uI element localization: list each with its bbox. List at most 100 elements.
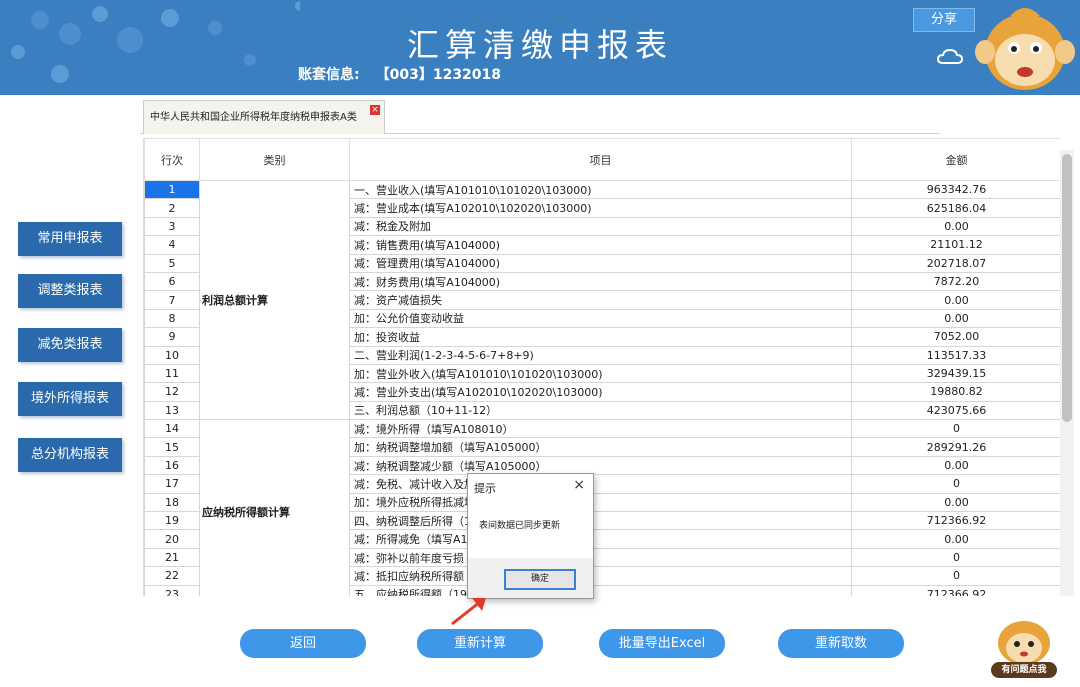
- tab-annual-tax-return[interactable]: 中华人民共和国企业所得税年度纳税申报表A类 ×: [143, 100, 385, 134]
- tab-label: 中华人民共和国企业所得税年度纳税申报表A类: [150, 112, 357, 123]
- row-number-cell[interactable]: 6: [144, 271, 200, 292]
- amount-cell[interactable]: 712366.92: [851, 511, 1060, 531]
- table-row[interactable]: 1 利润总额计算 一、营业收入(填写A101010\101020\103000) 96…: [144, 179, 1060, 421]
- sidebar-button-reduction[interactable]: 减免类报表: [18, 328, 122, 362]
- item-cell: 减：免税、减计收入及加: [349, 474, 852, 494]
- row-number-cell[interactable]: 19: [144, 511, 200, 531]
- sidebar-button-branch[interactable]: 总分机构报表: [18, 438, 122, 472]
- header-category: 类别: [199, 138, 350, 181]
- amount-cell[interactable]: 0.00: [851, 529, 1060, 549]
- item-cell: 减：境外所得（填写A108010）: [349, 419, 852, 439]
- sidebar-button-adjustment[interactable]: 调整类报表: [18, 274, 122, 308]
- amount-cell[interactable]: 0.00: [851, 308, 1060, 329]
- row-number-cell[interactable]: 21: [144, 547, 200, 568]
- amount-cell[interactable]: 0: [851, 566, 1060, 586]
- recalculate-button[interactable]: 重新计算: [417, 629, 543, 658]
- item-cell: 减：所得减免（填写A10: [349, 529, 852, 549]
- amount-cell[interactable]: 423075.66: [851, 400, 1060, 421]
- item-cell: 减：抵扣应纳税所得额: [349, 566, 852, 586]
- row-number-cell[interactable]: 11: [144, 363, 200, 384]
- item-cell: 减：弥补以前年度亏损: [349, 547, 852, 568]
- amount-cell[interactable]: 0: [851, 474, 1060, 494]
- header-item: 项目: [349, 138, 852, 181]
- item-cell: 加：营业外收入(填写A101010\101020\103000): [349, 363, 852, 384]
- scrollbar-thumb[interactable]: [1062, 154, 1072, 422]
- row-number-cell[interactable]: 16: [144, 455, 200, 476]
- amount-cell[interactable]: 0.00: [851, 290, 1060, 310]
- category-cell: 利润总额计算: [199, 179, 350, 421]
- tab-strip: 中华人民共和国企业所得税年度纳税申报表A类 ×: [140, 98, 940, 134]
- amount-cell[interactable]: 202718.07: [851, 253, 1060, 273]
- row-number-cell[interactable]: 22: [144, 566, 200, 586]
- tab-close-icon[interactable]: ×: [370, 105, 380, 115]
- item-cell: 减：管理费用(填写A104000): [349, 253, 852, 273]
- help-monkey-icon[interactable]: [988, 615, 1060, 665]
- amount-cell[interactable]: 963342.76: [851, 179, 1060, 200]
- amount-cell[interactable]: 712366.92: [851, 584, 1060, 596]
- header-row-no: 行次: [144, 138, 200, 181]
- amount-cell[interactable]: 113517.33: [851, 345, 1060, 365]
- row-number-cell[interactable]: 12: [144, 382, 200, 402]
- amount-cell[interactable]: 19880.82: [851, 382, 1060, 402]
- amount-cell[interactable]: 329439.15: [851, 363, 1060, 384]
- item-cell: 减：财务费用(填写A104000): [349, 271, 852, 292]
- item-cell: 减：营业外支出(填写A102010\102020\103000): [349, 382, 852, 402]
- share-button[interactable]: 分享: [913, 8, 975, 32]
- row-number-cell[interactable]: 1: [144, 179, 200, 200]
- row-number-cell[interactable]: 18: [144, 492, 200, 513]
- row-number-cell[interactable]: 20: [144, 529, 200, 549]
- data-grid: 行次 类别 项目 金额 1 利润总额计算 一、营业收入(填写A101010\1010…: [143, 138, 1060, 596]
- row-number-cell[interactable]: 13: [144, 400, 200, 421]
- sidebar-button-common[interactable]: 常用申报表: [18, 222, 122, 256]
- amount-cell[interactable]: 625186.04: [851, 198, 1060, 218]
- row-number-cell[interactable]: 15: [144, 437, 200, 457]
- back-button[interactable]: 返回: [240, 629, 366, 658]
- account-info: 账套信息: 【003】1232018: [298, 64, 501, 84]
- amount-cell[interactable]: 7872.20: [851, 271, 1060, 292]
- amount-cell[interactable]: 0.00: [851, 455, 1060, 476]
- tax-table: 行次 类别 项目 金额 1 利润总额计算 一、营业收入(填写A101010\1010…: [144, 138, 1060, 596]
- dialog-message: 表间数据已同步更新: [479, 521, 561, 531]
- amount-cell[interactable]: 0.00: [851, 492, 1060, 513]
- item-cell: 减：营业成本(填写A102010\102020\103000): [349, 198, 852, 218]
- table-body: 1 利润总额计算 一、营业收入(填写A101010\101020\103000) 96…: [144, 179, 1060, 596]
- amount-cell[interactable]: 0: [851, 547, 1060, 568]
- table-row[interactable]: 14 应纳税所得额计算 减：境外所得（填写A108010） 0: [144, 419, 1060, 596]
- header-amount: 金额: [851, 138, 1060, 181]
- row-number-cell[interactable]: 4: [144, 235, 200, 255]
- refetch-button[interactable]: 重新取数: [778, 629, 904, 658]
- row-number-cell[interactable]: 9: [144, 327, 200, 347]
- amount-cell[interactable]: 21101.12: [851, 235, 1060, 255]
- row-number-cell[interactable]: 14: [144, 419, 200, 439]
- amount-cell[interactable]: 7052.00: [851, 327, 1060, 347]
- help-label[interactable]: 有问题点我: [991, 662, 1057, 678]
- vertical-scrollbar[interactable]: [1060, 150, 1074, 596]
- row-number-cell[interactable]: 7: [144, 290, 200, 310]
- account-label: 账套信息:: [298, 67, 360, 83]
- header-banner: 汇算清缴申报表 账套信息: 【003】1232018 分享: [0, 0, 1080, 95]
- dialog-ok-button[interactable]: 确定: [504, 569, 576, 590]
- item-cell: 二、营业利润(1-2-3-4-5-6-7+8+9): [349, 345, 852, 365]
- row-number-cell[interactable]: 8: [144, 308, 200, 329]
- account-value: 【003】1232018: [375, 67, 502, 83]
- row-number-cell[interactable]: 23: [144, 584, 200, 596]
- notice-dialog: 提示 × 表间数据已同步更新 确定: [467, 473, 594, 599]
- amount-cell[interactable]: 0: [851, 419, 1060, 439]
- item-cell: 三、利润总额（10+11-12）: [349, 400, 852, 421]
- item-cell: 减：资产减值损失: [349, 290, 852, 310]
- row-number-cell[interactable]: 17: [144, 474, 200, 494]
- item-cell: 四、纳税调整后所得（1: [349, 511, 852, 531]
- red-arrow-annotation: [451, 598, 486, 626]
- amount-cell[interactable]: 0.00: [851, 216, 1060, 237]
- row-number-cell[interactable]: 3: [144, 216, 200, 237]
- row-number-cell[interactable]: 5: [144, 253, 200, 273]
- item-cell: 减：销售费用(填写A104000): [349, 235, 852, 255]
- amount-cell[interactable]: 289291.26: [851, 437, 1060, 457]
- row-number-cell[interactable]: 2: [144, 198, 200, 218]
- export-excel-button[interactable]: 批量导出Excel: [599, 629, 725, 658]
- item-cell: 减：纳税调整减少额（填写A105000）: [349, 455, 852, 476]
- row-number-cell[interactable]: 10: [144, 345, 200, 365]
- dialog-close-icon[interactable]: ×: [573, 477, 585, 493]
- cloud-icon[interactable]: [937, 48, 963, 66]
- sidebar-button-overseas[interactable]: 境外所得报表: [18, 382, 122, 416]
